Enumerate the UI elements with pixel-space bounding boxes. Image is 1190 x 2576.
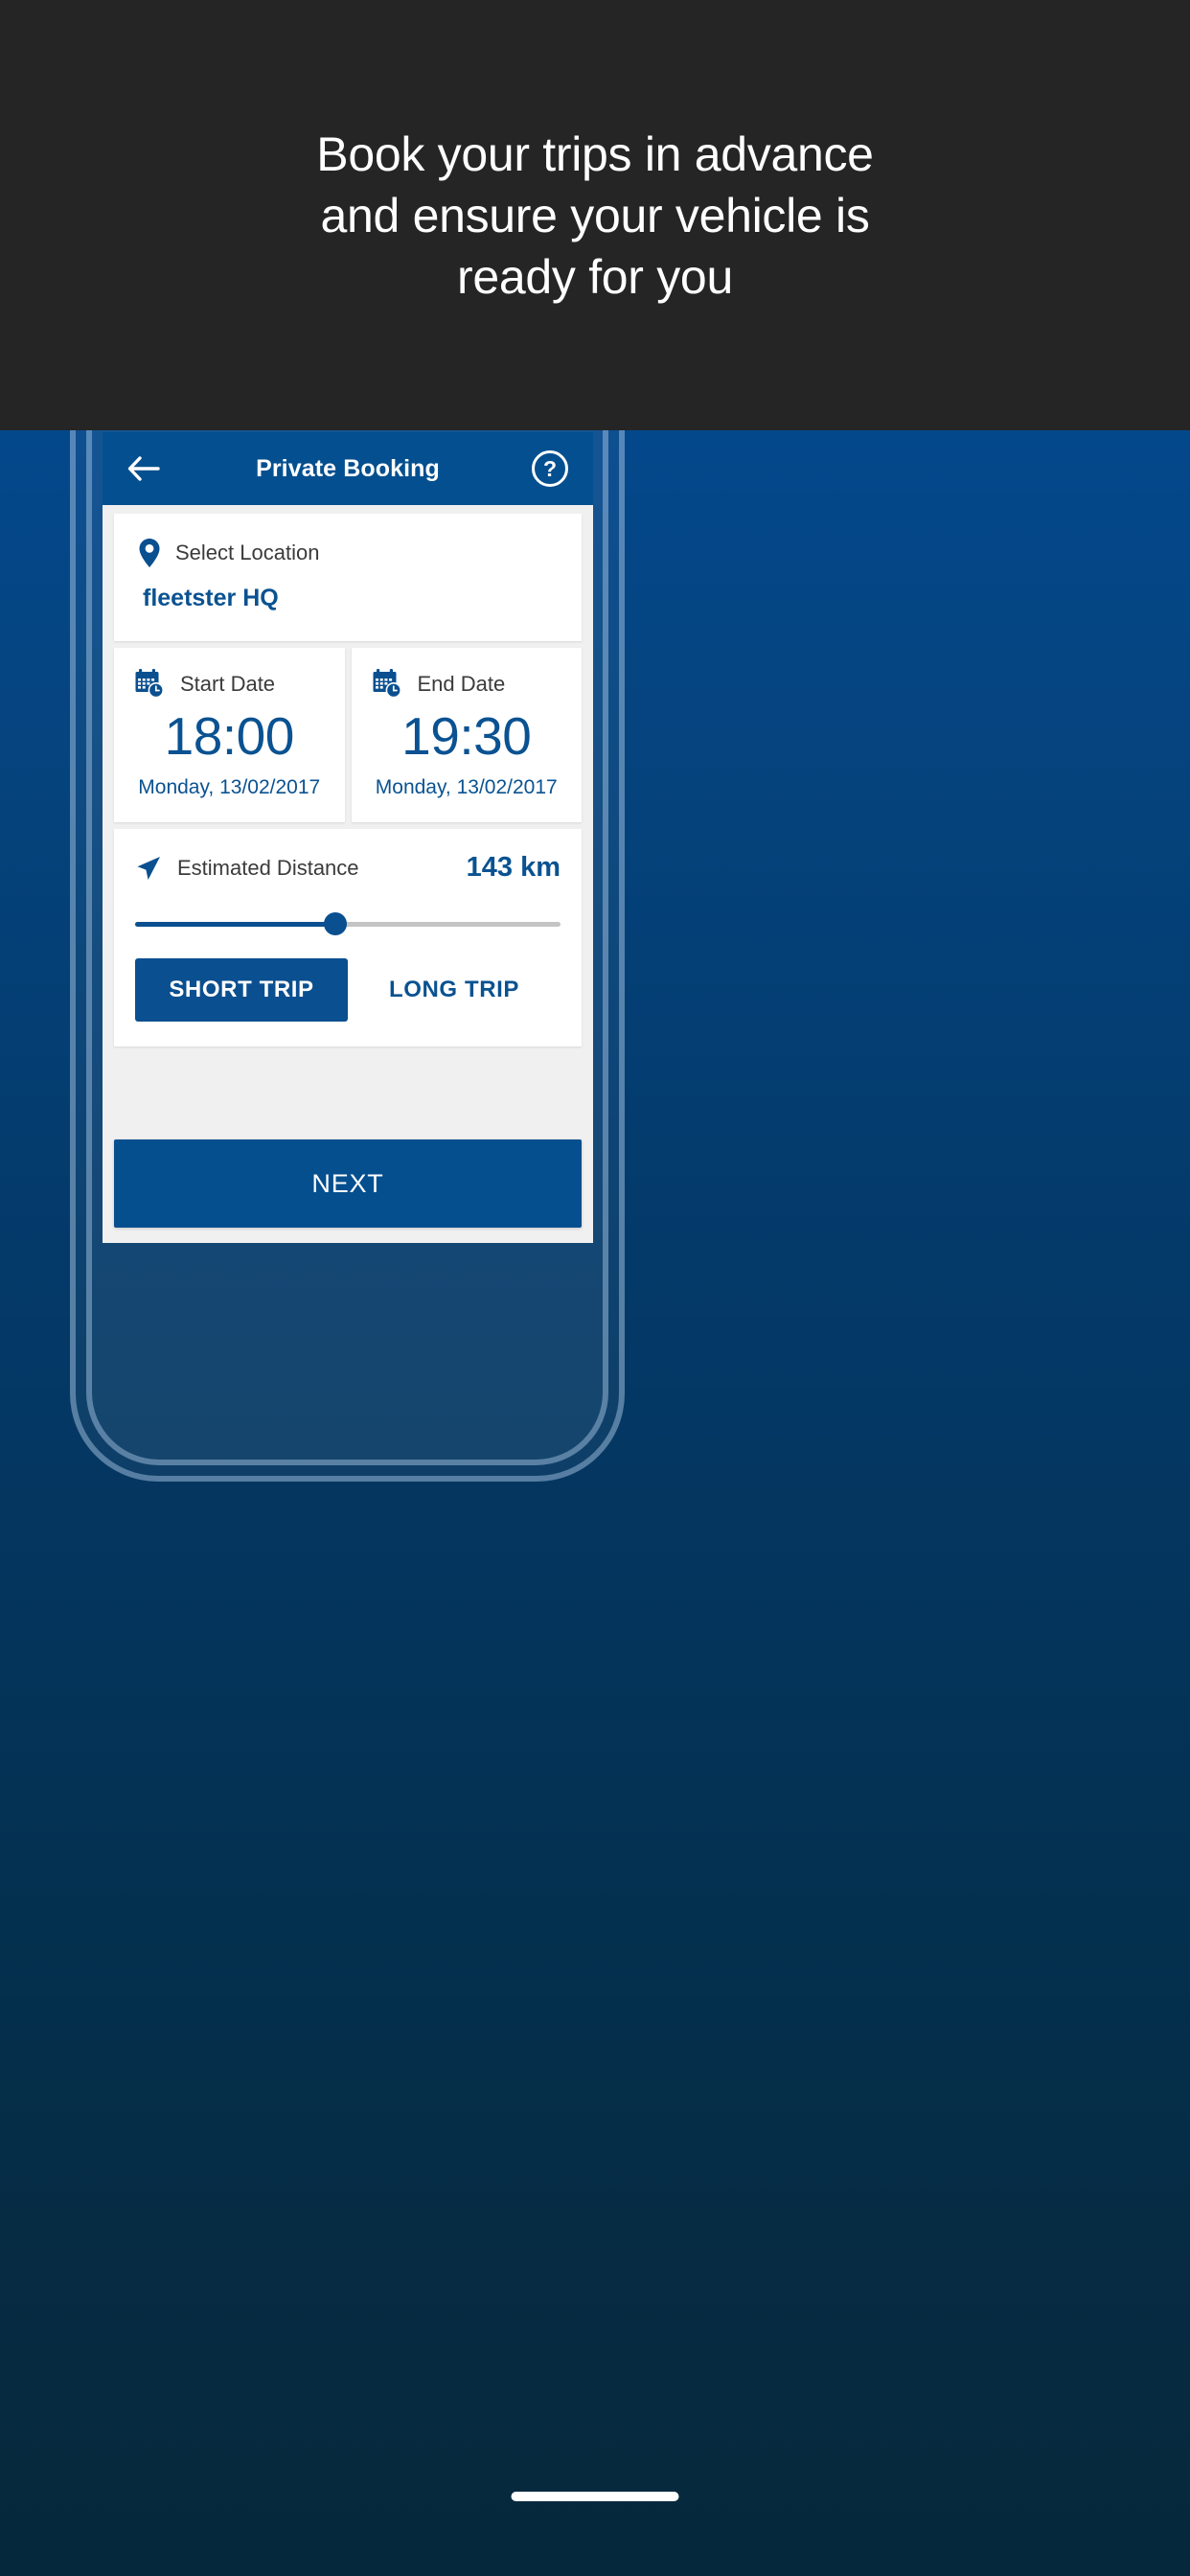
slider-fill	[135, 921, 335, 927]
start-date-card[interactable]: Start Date 18:00 Monday, 13/02/2017	[114, 648, 345, 823]
distance-value: 143 km	[466, 852, 561, 884]
trip-type-toggle: SHORT TRIP LONG TRIP	[135, 958, 561, 1046]
short-trip-button[interactable]: SHORT TRIP	[135, 958, 348, 1023]
screenshot-root: Book your trips in advance and ensure yo…	[0, 0, 1190, 2576]
end-date-time: 19:30	[401, 706, 532, 766]
short-trip-label: SHORT TRIP	[169, 977, 314, 1003]
calendar-clock-icon	[373, 669, 402, 699]
location-card[interactable]: Select Location fleetster HQ	[114, 514, 582, 641]
map-pin-icon	[139, 539, 160, 567]
end-date-label: End Date	[417, 671, 506, 696]
device-stage: 9:41 AM	[0, 430, 1190, 2576]
next-button[interactable]: NEXT	[114, 1139, 582, 1228]
distance-slider[interactable]	[135, 905, 561, 943]
help-button-label: ?	[542, 455, 558, 481]
start-date-date: Monday, 13/02/2017	[138, 776, 321, 799]
help-button[interactable]: ?	[532, 450, 568, 487]
distance-header: Estimated Distance 143 km	[135, 852, 561, 884]
end-date-card[interactable]: End Date 19:30 Monday, 13/02/2017	[351, 648, 582, 823]
form-cards: Select Location fleetster HQ Start Date …	[103, 514, 593, 1047]
date-row: Start Date 18:00 Monday, 13/02/2017 End …	[114, 648, 582, 823]
promo-headline: Book your trips in advance and ensure yo…	[316, 126, 874, 304]
navigation-arrow-icon	[135, 855, 162, 882]
start-date-time: 18:00	[164, 706, 295, 766]
distance-label-group: Estimated Distance	[135, 855, 359, 882]
next-button-container: NEXT	[103, 1139, 593, 1228]
home-indicator[interactable]	[511, 2492, 679, 2501]
page-title: Private Booking	[256, 454, 440, 482]
promo-banner: Book your trips in advance and ensure yo…	[0, 0, 1190, 430]
start-date-header: Start Date	[135, 669, 324, 699]
end-date-date: Monday, 13/02/2017	[375, 776, 558, 799]
distance-card: Estimated Distance 143 km SHORT TRIP LON…	[114, 829, 582, 1047]
end-date-header: End Date	[373, 669, 561, 699]
long-trip-label: LONG TRIP	[388, 977, 520, 1003]
app-header: Private Booking ?	[103, 432, 593, 505]
slider-thumb[interactable]	[323, 912, 347, 936]
start-date-label: Start Date	[180, 671, 276, 696]
app-screen: Private Booking ? Select Location fleets…	[103, 432, 593, 1243]
long-trip-button[interactable]: LONG TRIP	[348, 958, 561, 1022]
location-label: Select Location	[175, 540, 320, 564]
location-header: Select Location	[139, 539, 557, 567]
location-value: fleetster HQ	[143, 585, 279, 611]
calendar-clock-icon	[135, 669, 165, 699]
distance-label: Estimated Distance	[177, 855, 359, 880]
